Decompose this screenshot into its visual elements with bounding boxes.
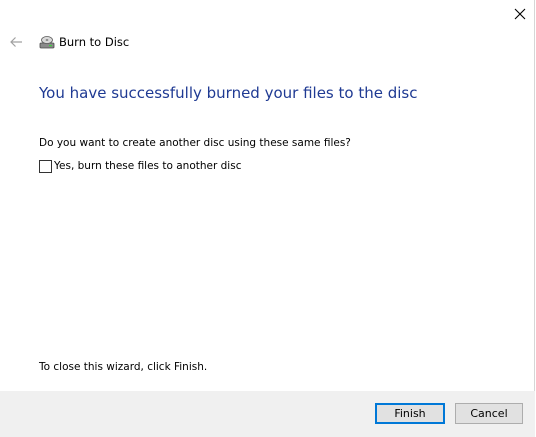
burn-another-disc-label[interactable]: Yes, burn these files to another disc <box>54 159 241 173</box>
close-button[interactable] <box>504 0 535 27</box>
finish-button[interactable]: Finish <box>375 403 445 424</box>
button-bar: Finish Cancel <box>0 391 535 437</box>
burn-another-disc-option[interactable]: Yes, burn these files to another disc <box>39 158 241 174</box>
back-arrow-icon <box>10 37 22 47</box>
back-button[interactable] <box>6 33 26 51</box>
burn-another-disc-checkbox[interactable] <box>39 159 52 173</box>
wizard-title: Burn to Disc <box>59 35 130 49</box>
main-heading: You have successfully burned your files … <box>39 84 418 102</box>
disc-drive-icon <box>39 36 55 49</box>
question-text: Do you want to create another disc using… <box>39 137 351 149</box>
close-icon <box>514 8 525 19</box>
close-hint-text: To close this wizard, click Finish. <box>39 361 208 373</box>
cancel-button[interactable]: Cancel <box>455 403 523 424</box>
burn-to-disc-wizard: Burn to Disc You have successfully burne… <box>0 0 535 437</box>
